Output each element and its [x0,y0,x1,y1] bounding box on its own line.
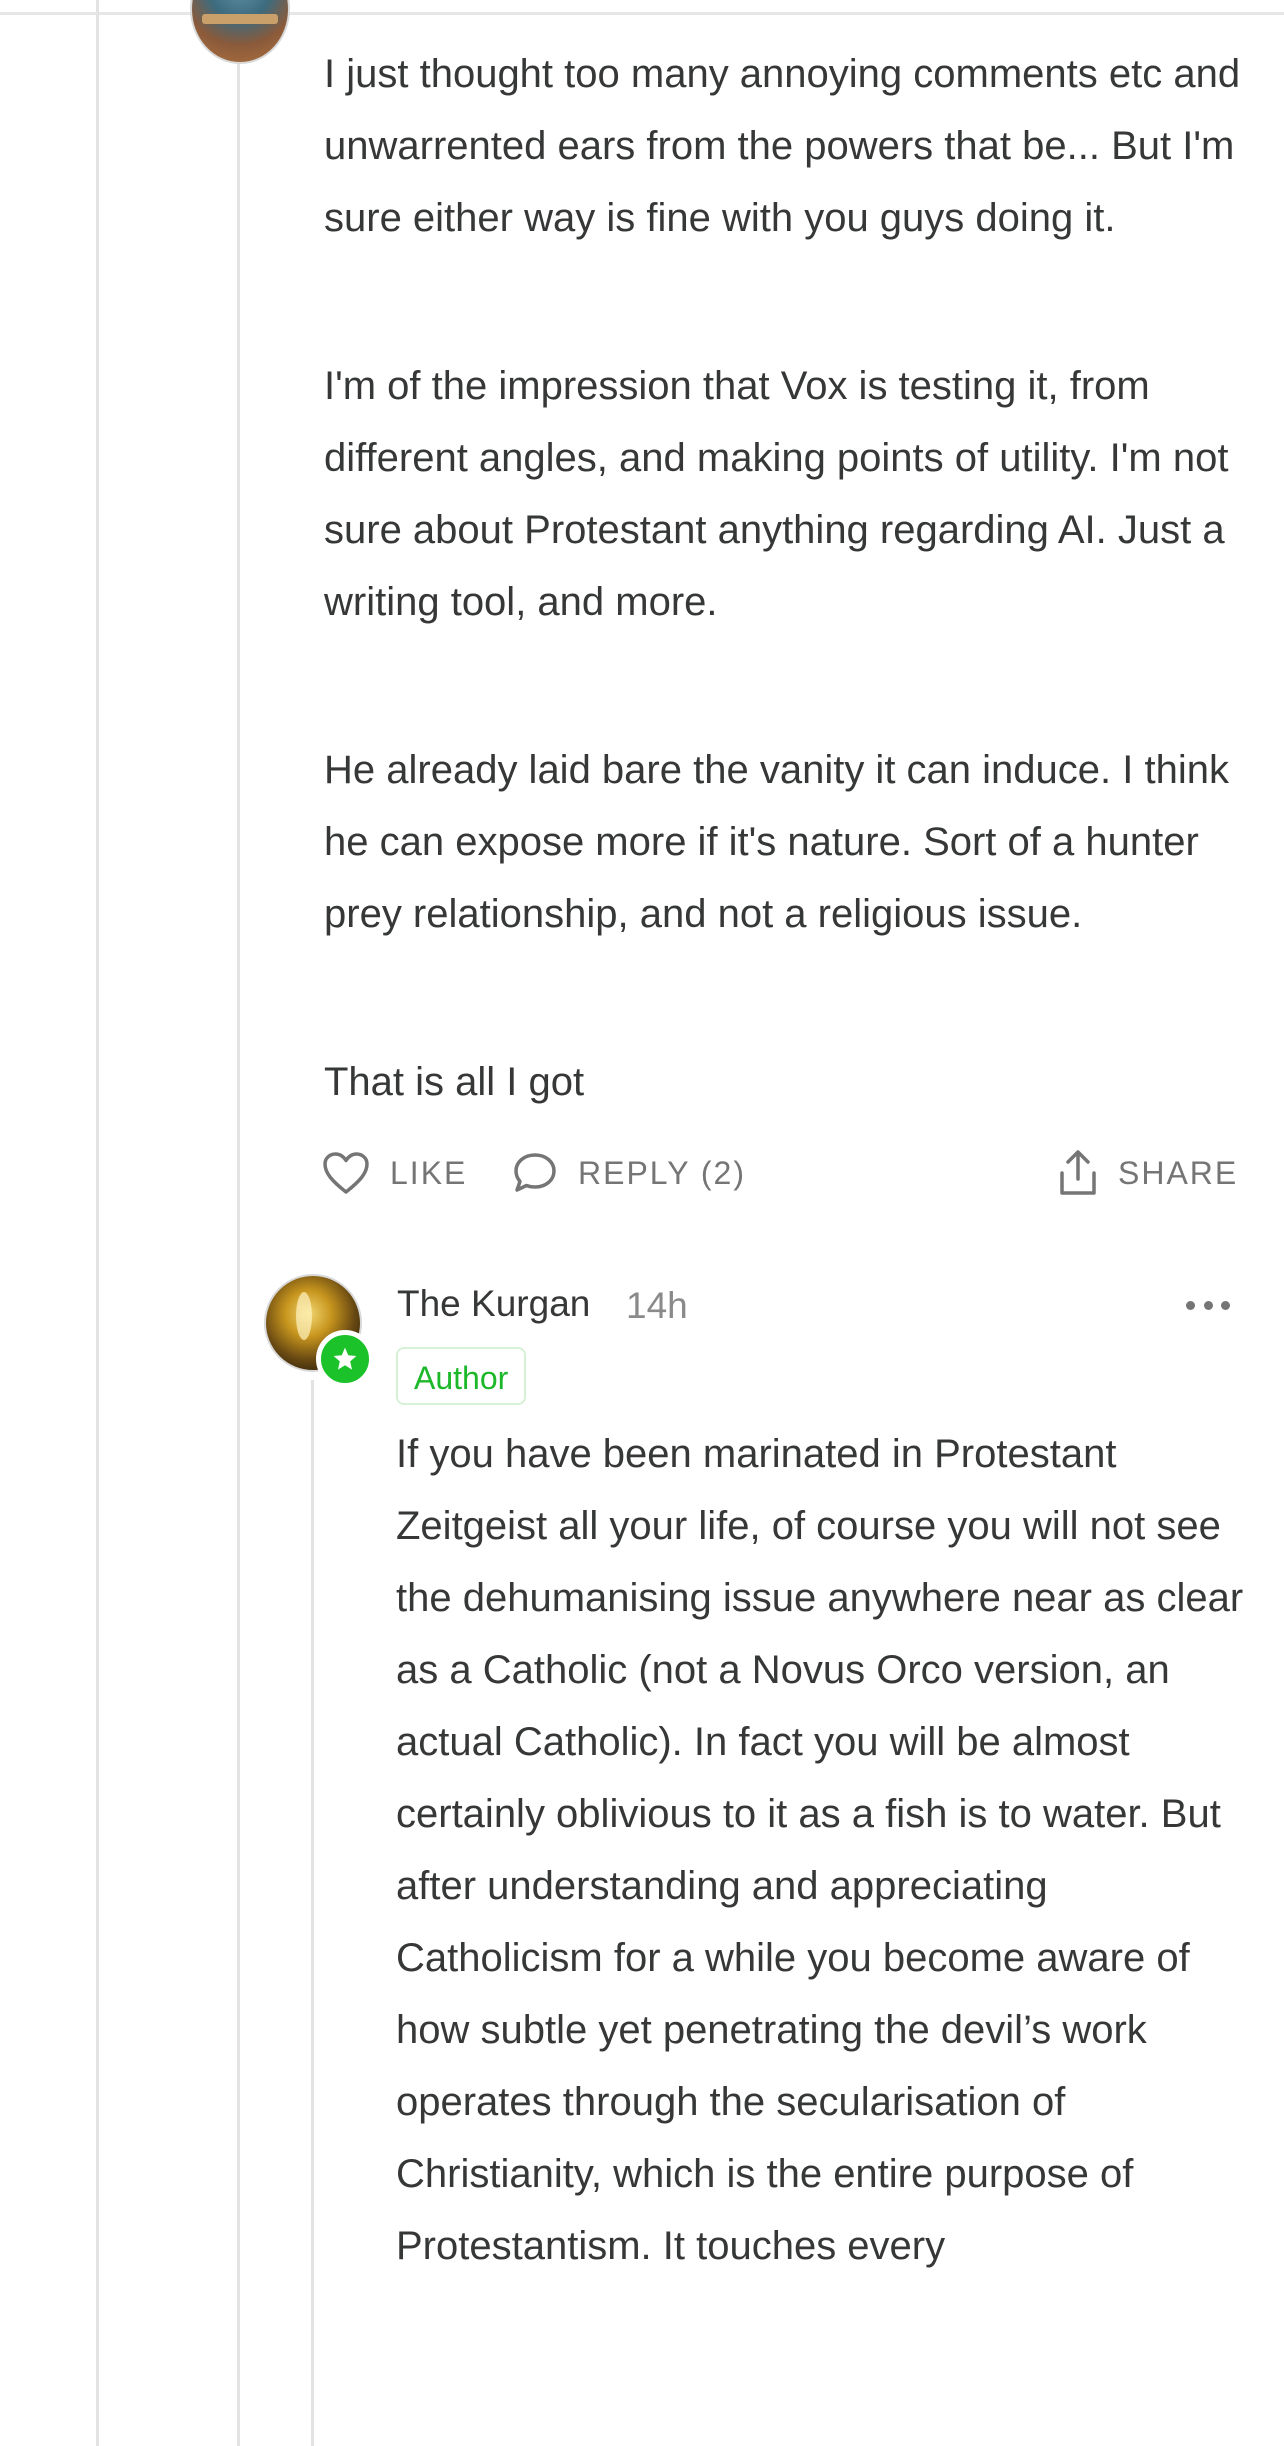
speech-bubble-icon [514,1153,556,1192]
share-button[interactable]: SHARE [1058,1148,1238,1198]
thread-line-reply [311,1380,314,2446]
author-star-badge [316,1330,374,1388]
parent-comment-paragraph: I'm of the impression that Vox is testin… [324,350,1244,638]
comment-text: That is all I got [324,1060,585,1104]
comment-text: I'm of the impression that Vox is testin… [324,364,1229,624]
avatar-detail [296,1292,312,1340]
reply-label: REPLY (2) [578,1154,746,1191]
share-icon [1060,1150,1096,1195]
reply-button[interactable]: REPLY (2) [512,1148,746,1198]
like-label: LIKE [390,1154,468,1191]
heart-icon [323,1152,369,1194]
parent-comment-paragraph: He already laid bare the vanity it can i… [324,734,1264,950]
ellipsis-dot [1186,1300,1195,1310]
more-options-button[interactable] [1186,1288,1230,1322]
share-label: SHARE [1118,1154,1239,1191]
star-icon [333,1347,357,1370]
avatar-detail [202,14,278,24]
parent-comment-paragraph: That is all I got [324,1046,1244,1118]
ellipsis-dot [1203,1300,1213,1310]
reply-timestamp[interactable]: 14h [626,1280,688,1332]
author-badge: Author [396,1347,527,1405]
thread-line-parent [237,60,240,2446]
comment-text: He already laid bare the vanity it can i… [324,748,1229,936]
comment-text: I just thought too many annoying comment… [324,52,1241,240]
thread-line-outer [96,0,99,2446]
parent-commenter-avatar[interactable] [190,0,290,64]
reply-comment-text: If you have been marinated in Protestant… [396,1432,1244,2268]
reply-author-name[interactable]: The Kurgan [397,1278,590,1330]
parent-comment-paragraph: I just thought too many annoying comment… [324,38,1244,254]
ellipsis-dot [1221,1300,1230,1310]
like-button[interactable]: LIKE [322,1148,467,1198]
